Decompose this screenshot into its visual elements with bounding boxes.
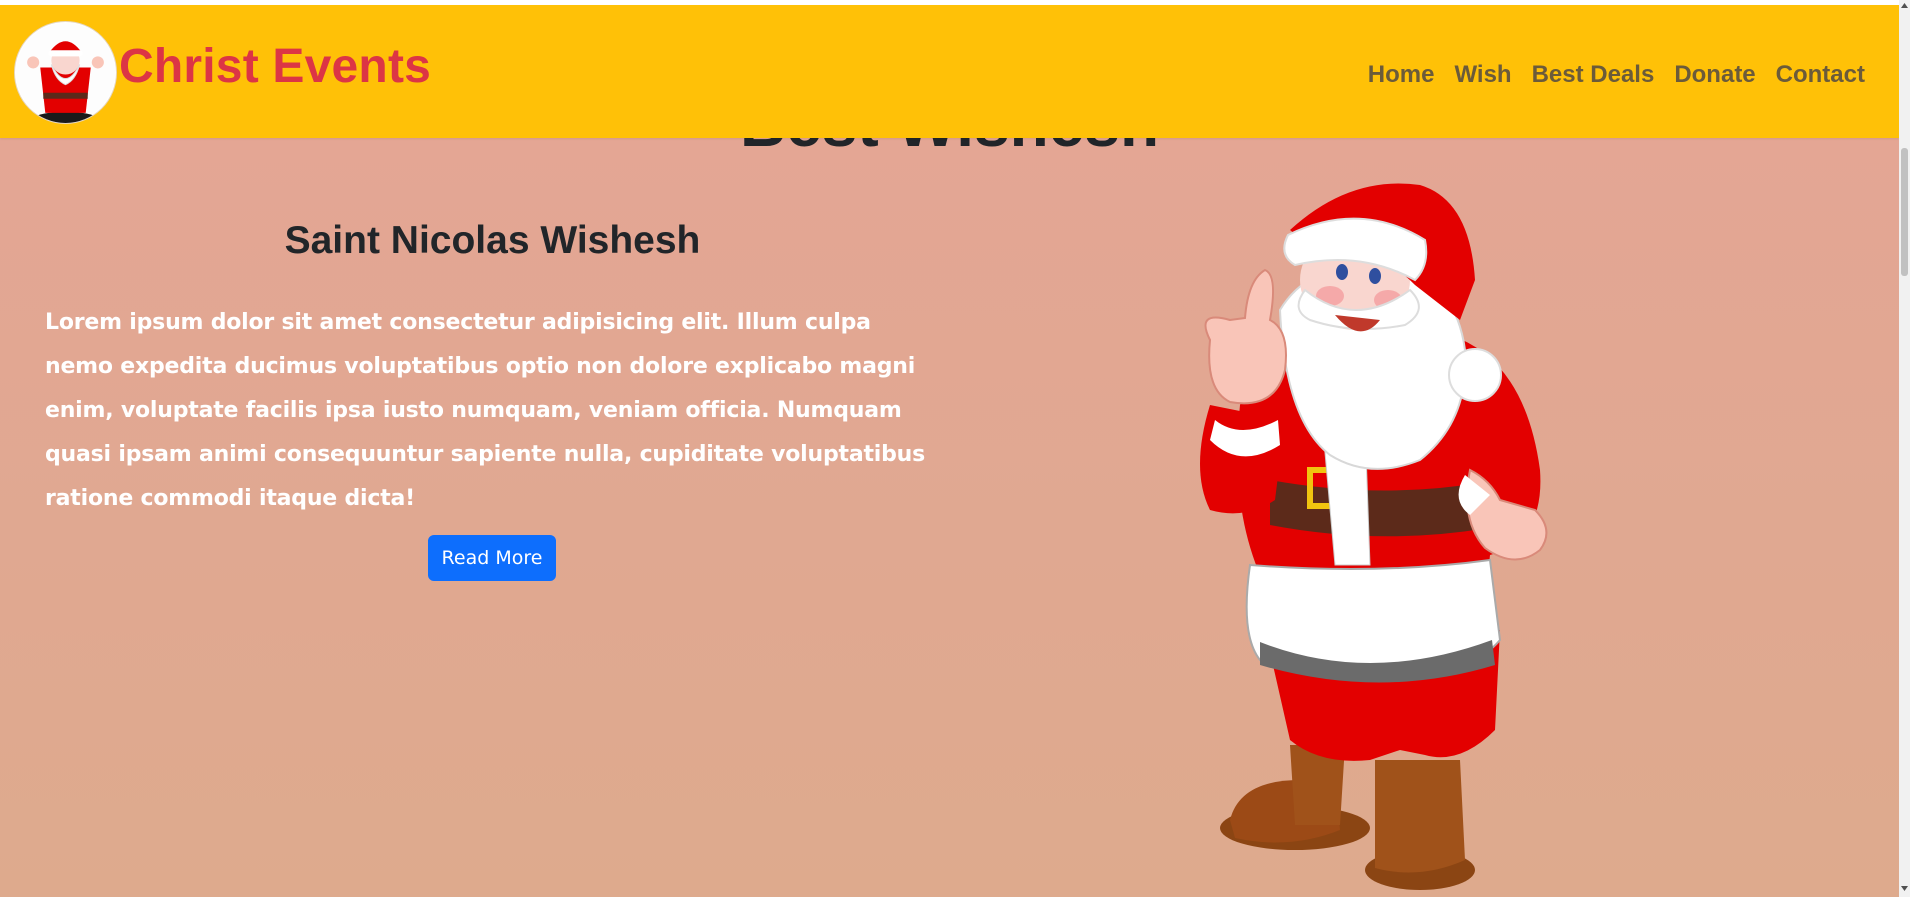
wish-title: Saint Nicolas Wishesh: [284, 219, 701, 262]
vertical-scrollbar[interactable]: [1899, 0, 1910, 897]
nav-link-donate[interactable]: Donate: [1664, 57, 1765, 93]
page: Best Wishesh Saint Nicolas Wishesh Lorem…: [0, 0, 1899, 897]
brand-name: Christ Events: [119, 40, 432, 93]
wish-content: Saint Nicolas Wishesh Lorem ipsum dolor …: [30, 215, 955, 521]
wish-text: Lorem ipsum dolor sit amet consectetur a…: [45, 310, 926, 511]
scroll-down-arrow-icon[interactable]: [1901, 885, 1908, 892]
brand-link[interactable]: Christ Events: [14, 21, 431, 124]
scroll-up-arrow-icon[interactable]: [1901, 2, 1908, 9]
read-more-button[interactable]: Read More: [428, 535, 556, 581]
nav-link-wish[interactable]: Wish: [1444, 57, 1521, 93]
nav-links: Home Wish Best Deals Donate Contact: [1358, 57, 1875, 93]
nav-link-best-deals[interactable]: Best Deals: [1522, 57, 1665, 93]
navbar: Christ Events Home Wish Best Deals Donat…: [0, 5, 1899, 138]
santa-logo-icon: [14, 21, 117, 124]
santa-claus-image: [1200, 183, 1548, 890]
nav-link-home[interactable]: Home: [1358, 57, 1445, 93]
nav-link-contact[interactable]: Contact: [1766, 57, 1875, 93]
scrollbar-thumb[interactable]: [1901, 148, 1908, 276]
